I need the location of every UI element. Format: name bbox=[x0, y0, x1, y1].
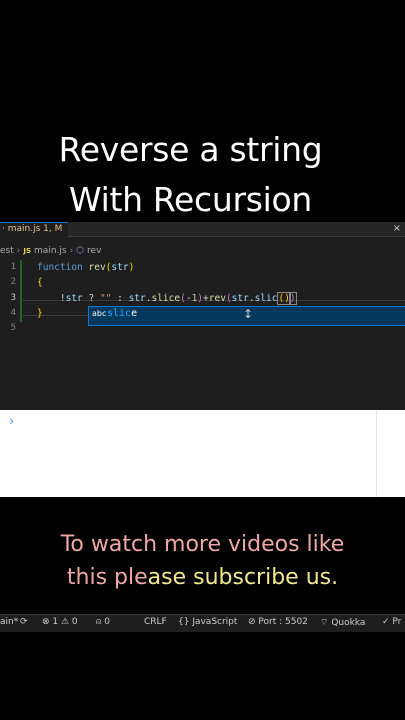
text-suggestion-icon: abc bbox=[92, 309, 107, 318]
tab-label: · main.js 1, M bbox=[2, 224, 63, 234]
headline-line-2: With Recursion bbox=[68, 180, 313, 219]
line-number: 1 bbox=[10, 262, 16, 272]
breadcrumb: est › JS main.js › ⬡ rev bbox=[0, 244, 101, 258]
panel-divider bbox=[376, 410, 377, 497]
autocomplete-suggestion[interactable]: abc slice ↕ bbox=[88, 306, 405, 326]
breadcrumb-symbol[interactable]: rev bbox=[87, 246, 101, 256]
language-status[interactable]: {} JavaScript bbox=[178, 617, 237, 627]
suggestion-label: slice bbox=[107, 308, 137, 319]
chevron-right-icon: › bbox=[16, 246, 21, 256]
prettier-status[interactable]: ✓ Pr bbox=[382, 617, 401, 627]
close-icon[interactable]: × bbox=[393, 222, 401, 235]
eol-status[interactable]: CRLF bbox=[144, 617, 167, 627]
chevron-right-icon: › bbox=[69, 246, 74, 256]
breadcrumb-file[interactable]: main.js bbox=[34, 246, 67, 256]
javascript-file-icon: JS bbox=[23, 247, 32, 255]
tab-bar: · main.js 1, M × bbox=[0, 222, 405, 237]
footer-line-1: To watch more videos like bbox=[60, 532, 345, 557]
line-number: 3 bbox=[10, 293, 16, 303]
suggestion-match: slic bbox=[107, 308, 132, 319]
footer-text-yellow: ase subscribe us. bbox=[147, 565, 339, 590]
line-number: 5 bbox=[10, 323, 16, 333]
code-line-4: } bbox=[37, 308, 43, 319]
quokka-status[interactable]: ⌔ Quokka bbox=[320, 617, 365, 628]
resize-handle-icon[interactable]: ↕ bbox=[243, 307, 253, 321]
breadcrumb-root[interactable]: est bbox=[0, 246, 14, 256]
code-line-2: { bbox=[37, 277, 43, 288]
status-bar: ain* ⟳ ⊗ 1 ⚠ 0 ⍝ 0 CRLF {} JavaScript ⊘ … bbox=[0, 614, 405, 632]
code-line-1: function rev(str) bbox=[37, 262, 135, 273]
line-number: 2 bbox=[10, 277, 16, 287]
suggestion-rest: e bbox=[131, 308, 138, 319]
line-number: 4 bbox=[10, 308, 16, 318]
terminal-prompt-icon: › bbox=[8, 414, 16, 428]
symbol-method-icon: ⬡ bbox=[76, 246, 85, 256]
code-line-3: !str ? "" : str.slice(-1)+rev(str.slic()… bbox=[37, 292, 297, 305]
ports-status[interactable]: ⍝ 0 bbox=[96, 617, 110, 627]
headline-line-1: Reverse a string bbox=[58, 130, 323, 169]
live-server-port[interactable]: ⊘ Port : 5502 bbox=[248, 617, 308, 627]
footer-text-pink: this ple bbox=[66, 565, 148, 590]
problems-status[interactable]: ⊗ 1 ⚠ 0 bbox=[42, 617, 78, 627]
tab-main-js[interactable]: · main.js 1, M bbox=[0, 222, 69, 237]
terminal-panel[interactable]: › bbox=[0, 410, 405, 497]
footer-line-2: this please subscribe us. bbox=[0, 565, 405, 590]
sync-icon[interactable]: ⟳ bbox=[20, 617, 28, 627]
branch-status[interactable]: ain* bbox=[0, 617, 18, 627]
